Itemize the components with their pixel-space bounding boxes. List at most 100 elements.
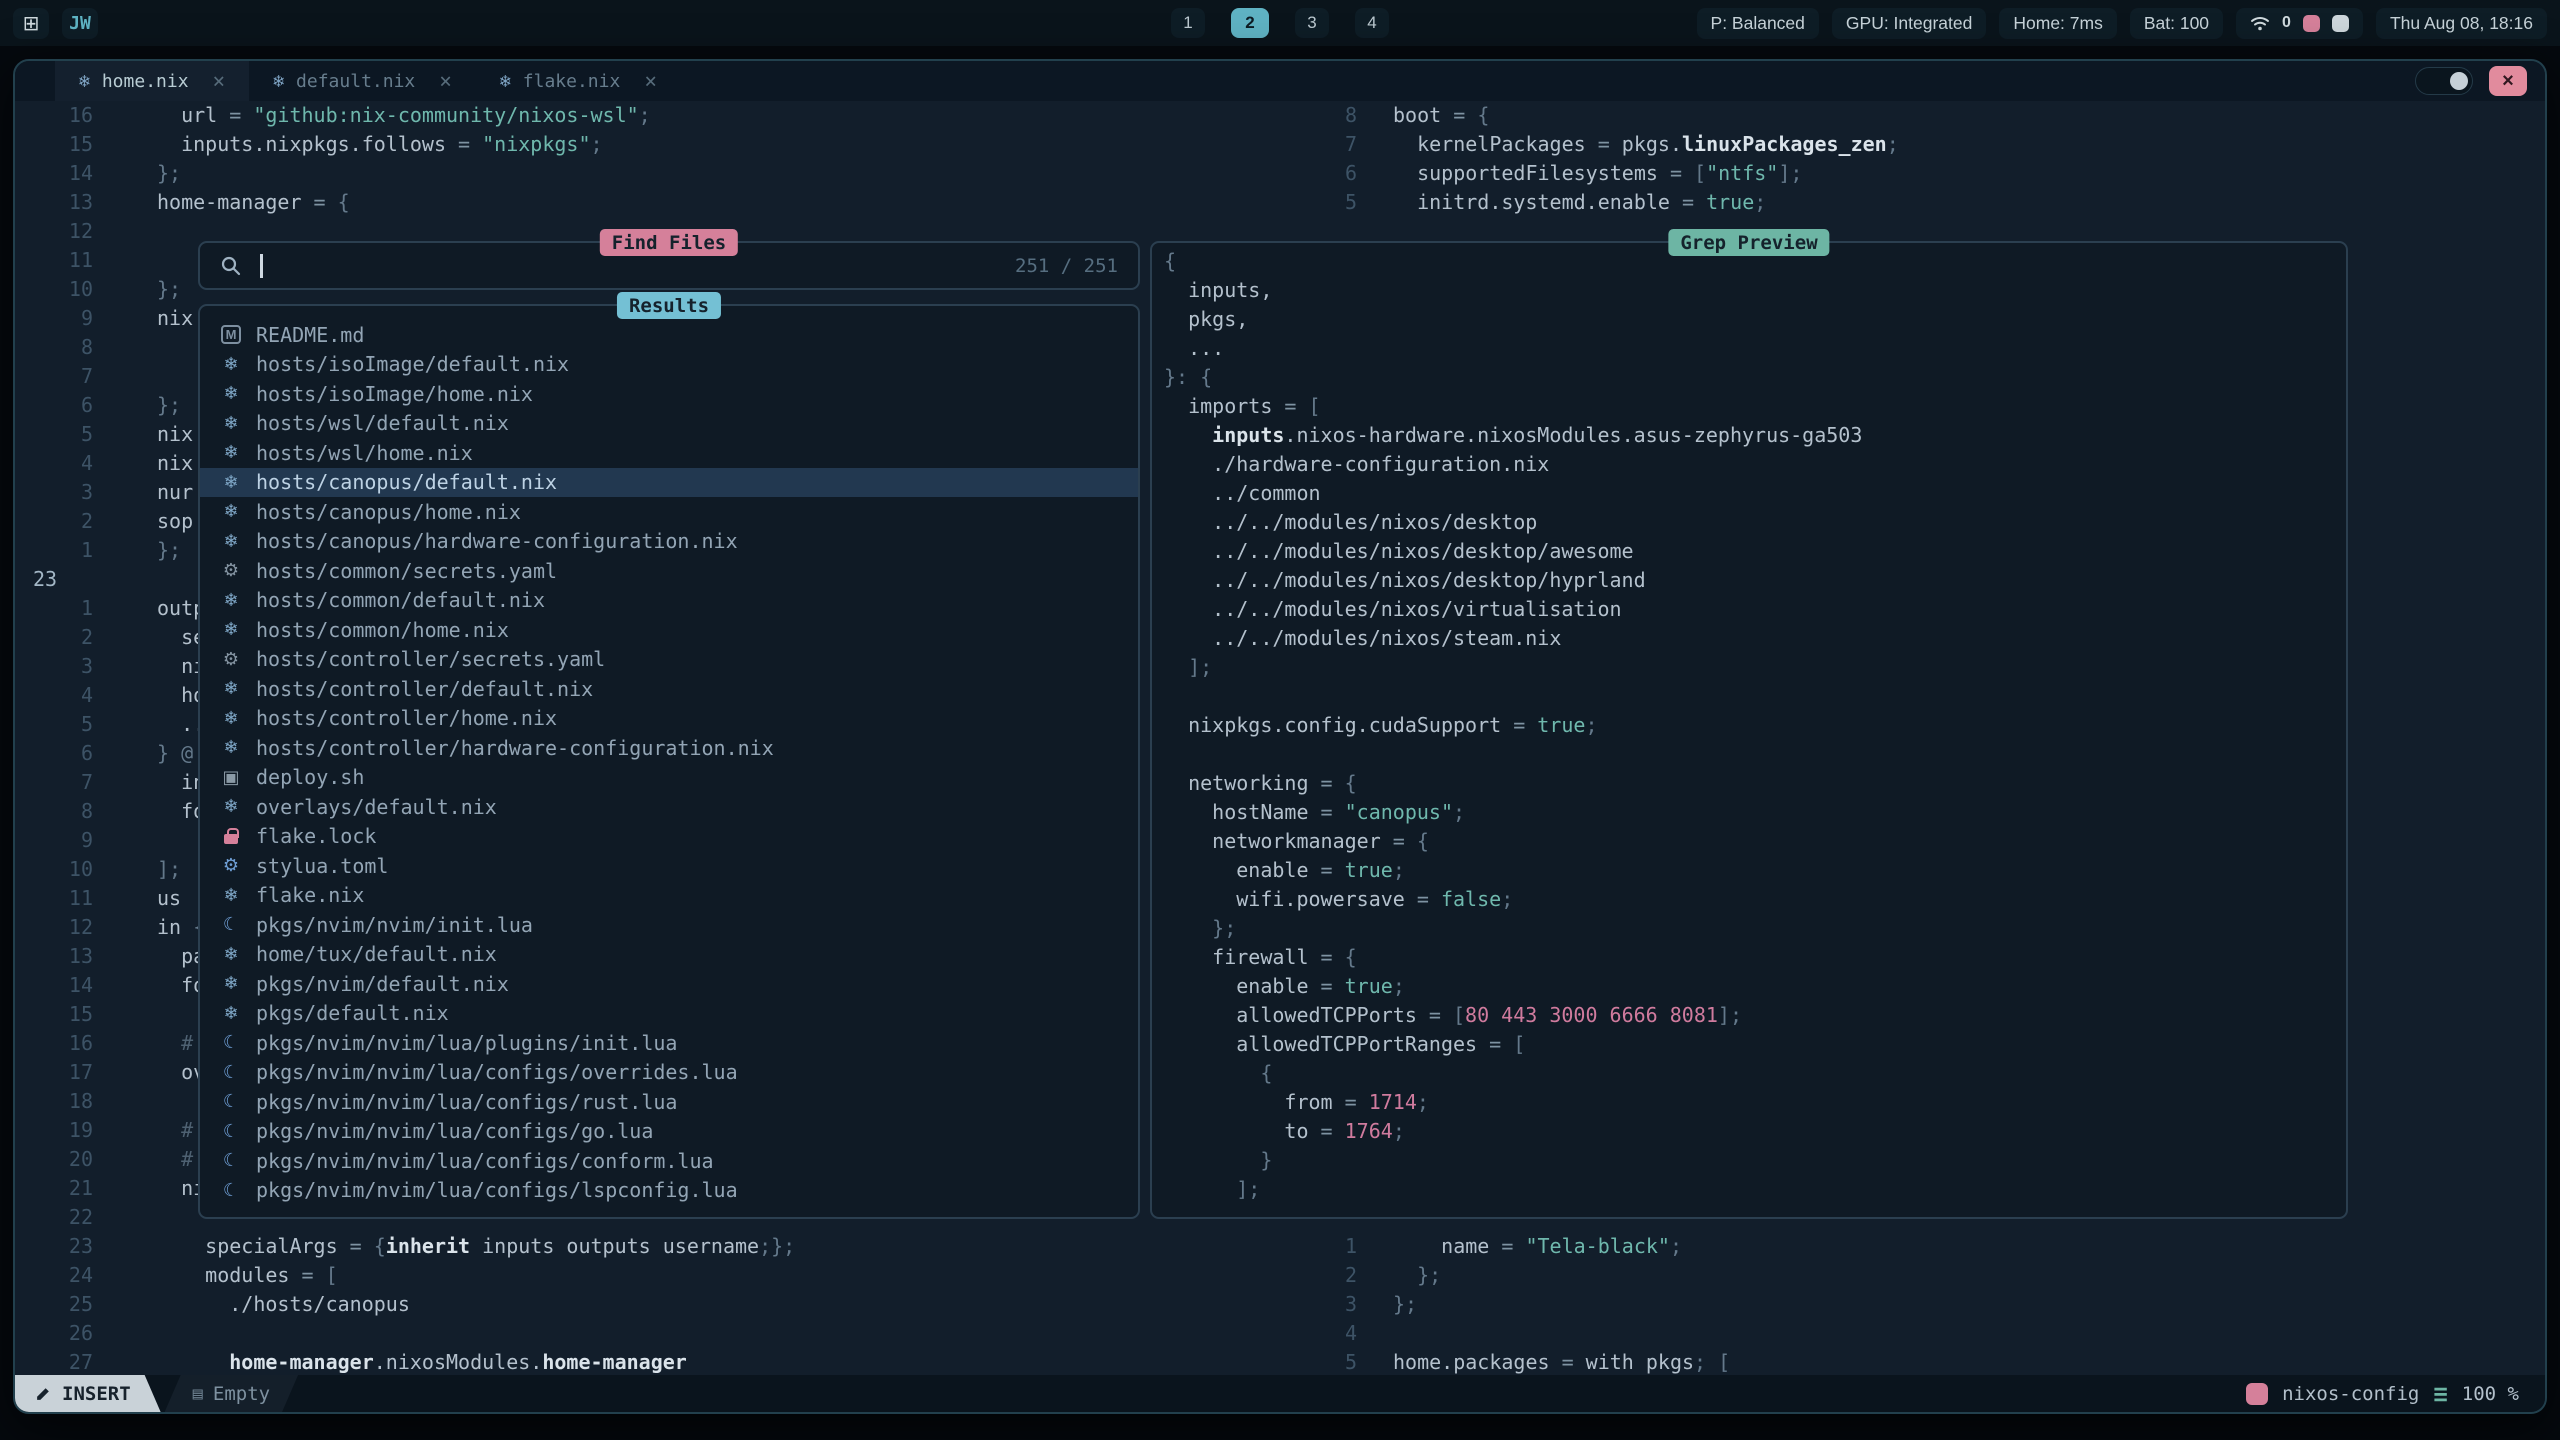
result-row[interactable]: hosts/common/home.nix [200, 615, 1138, 645]
result-row[interactable]: overlays/default.nix [200, 792, 1138, 822]
result-row[interactable]: pkgs/nvim/nvim/lua/configs/lspconfig.lua [200, 1176, 1138, 1206]
code-line: ../../modules/nixos/desktop/hyprland [1164, 568, 2346, 597]
line-number: 5 [1245, 1350, 1357, 1375]
result-row[interactable]: hosts/canopus/default.nix [200, 468, 1138, 498]
result-filename: hosts/common/secrets.yaml [256, 559, 557, 583]
result-row[interactable]: home/tux/default.nix [200, 940, 1138, 970]
preview-title-badge: Grep Preview [1668, 229, 1829, 256]
code-line: 27 home-manager.nixosModules.home-manage… [15, 1350, 1150, 1375]
right-top-pane: 8boot = {7 kernelPackages = pkgs.linuxPa… [1245, 103, 2545, 219]
result-row[interactable]: README.md [200, 320, 1138, 350]
line-number: 25 [15, 1292, 93, 1321]
tab-label: default.nix [296, 71, 415, 92]
tab-bar: ❄home.nix×❄default.nix×❄flake.nix× × [15, 61, 2545, 101]
yaml-file-icon [216, 559, 246, 583]
code-line: } [1164, 1148, 2346, 1177]
status-line: INSERT ▤ Empty nixos-config ≡ 100 % [15, 1375, 2545, 1412]
tab-flake.nix[interactable]: ❄flake.nix× [476, 61, 681, 101]
code-line: 24 modules = [ [15, 1263, 1150, 1292]
result-row[interactable]: pkgs/default.nix [200, 999, 1138, 1029]
results-list: README.mdhosts/isoImage/default.nixhosts… [200, 306, 1138, 1217]
workspace-1[interactable]: 1 [1171, 8, 1205, 38]
tab-close-icon[interactable]: × [439, 69, 452, 93]
app-launcher-button[interactable]: ⊞ [13, 8, 49, 39]
system-tray[interactable]: 0 [2236, 8, 2363, 39]
code-line: imports = [ [1164, 394, 2346, 423]
nix-file-icon [216, 883, 246, 907]
result-row[interactable]: pkgs/nvim/nvim/lua/configs/conform.lua [200, 1146, 1138, 1176]
result-row[interactable]: pkgs/nvim/nvim/lua/configs/overrides.lua [200, 1058, 1138, 1088]
result-row[interactable]: hosts/isoImage/home.nix [200, 379, 1138, 409]
result-filename: overlays/default.nix [256, 795, 497, 819]
result-row[interactable]: hosts/wsl/home.nix [200, 438, 1138, 468]
nix-file-icon [216, 972, 246, 996]
nix-file-icon [216, 1001, 246, 1025]
workspace-4[interactable]: 4 [1355, 8, 1389, 38]
result-row[interactable]: pkgs/nvim/default.nix [200, 969, 1138, 999]
line-number: 13 [15, 944, 93, 973]
wifi-icon [2250, 15, 2270, 31]
code-line: pkgs, [1164, 307, 2346, 336]
code-line: 2 }; [1245, 1263, 2545, 1292]
nix-file-icon [216, 942, 246, 966]
mode-segment: INSERT [15, 1375, 161, 1412]
logo-badge: JW [62, 8, 98, 39]
line-number: 4 [15, 451, 93, 480]
tab-home.nix[interactable]: ❄home.nix× [55, 61, 249, 101]
result-row[interactable]: hosts/controller/default.nix [200, 674, 1138, 704]
code-line: ... [1164, 336, 2346, 365]
lua-file-icon [216, 1031, 246, 1055]
tab-default.nix[interactable]: ❄default.nix× [249, 61, 476, 101]
window-close-button[interactable]: × [2489, 66, 2527, 96]
project-badge-icon [2246, 1383, 2268, 1405]
result-row[interactable]: pkgs/nvim/nvim/lua/plugins/init.lua [200, 1028, 1138, 1058]
result-row[interactable]: hosts/canopus/home.nix [200, 497, 1138, 527]
editor-area[interactable]: 16 url = "github:nix-community/nixos-wsl… [15, 101, 2545, 1375]
result-row[interactable]: hosts/isoImage/default.nix [200, 350, 1138, 380]
clock: Thu Aug 08, 18:16 [2376, 8, 2547, 39]
code-line: enable = true; [1164, 974, 2346, 1003]
result-filename: hosts/common/default.nix [256, 588, 545, 612]
tab-close-icon[interactable]: × [213, 69, 226, 93]
line-number: 4 [1245, 1321, 1357, 1350]
code-line: 3}; [1245, 1292, 2545, 1321]
code-line: { [1164, 1061, 2346, 1090]
result-row[interactable]: hosts/common/default.nix [200, 586, 1138, 616]
line-number: 16 [15, 1031, 93, 1060]
line-number: 11 [15, 248, 93, 277]
result-row[interactable]: pkgs/nvim/nvim/lua/configs/go.lua [200, 1117, 1138, 1147]
result-row[interactable]: stylua.toml [200, 851, 1138, 881]
result-filename: hosts/isoImage/home.nix [256, 382, 533, 406]
result-row[interactable]: hosts/controller/secrets.yaml [200, 645, 1138, 675]
result-row[interactable]: pkgs/nvim/nvim/lua/configs/rust.lua [200, 1087, 1138, 1117]
line-number: 6 [15, 741, 93, 770]
line-number: 7 [15, 364, 93, 393]
result-row[interactable]: hosts/controller/hardware-configuration.… [200, 733, 1138, 763]
telescope-prompt[interactable]: Find Files 251 / 251 [198, 241, 1140, 290]
toggle-switch[interactable] [2415, 67, 2473, 95]
code-line: 13home-manager = { [15, 190, 1150, 219]
mode-label: INSERT [62, 1383, 131, 1405]
workspace-3[interactable]: 3 [1295, 8, 1329, 38]
code-line: 5home.packages = with pkgs; [ [1245, 1350, 2545, 1375]
code-line: 25 ./hosts/canopus [15, 1292, 1150, 1321]
telescope-preview: Grep Preview { inputs, pkgs, ...}: { imp… [1150, 241, 2348, 1219]
lines-icon: ≡ [2433, 1380, 2447, 1408]
result-row[interactable]: deploy.sh [200, 763, 1138, 793]
result-row[interactable]: hosts/wsl/default.nix [200, 409, 1138, 439]
bar-module: GPU: Integrated [1832, 8, 1986, 39]
result-row[interactable]: flake.nix [200, 881, 1138, 911]
result-filename: hosts/common/home.nix [256, 618, 509, 642]
result-row[interactable]: pkgs/nvim/nvim/init.lua [200, 910, 1138, 940]
workspace-2[interactable]: 2 [1231, 8, 1269, 38]
result-row[interactable]: hosts/canopus/hardware-configuration.nix [200, 527, 1138, 557]
tab-close-icon[interactable]: × [644, 69, 657, 93]
result-row[interactable]: flake.lock [200, 822, 1138, 852]
result-row[interactable]: hosts/common/secrets.yaml [200, 556, 1138, 586]
result-row[interactable]: hosts/controller/home.nix [200, 704, 1138, 734]
workspaces: 1234 [1171, 8, 1389, 38]
code-line: ../../modules/nixos/steam.nix [1164, 626, 2346, 655]
nix-file-icon [216, 529, 246, 553]
line-number: 20 [15, 1147, 93, 1176]
result-filename: stylua.toml [256, 854, 388, 878]
